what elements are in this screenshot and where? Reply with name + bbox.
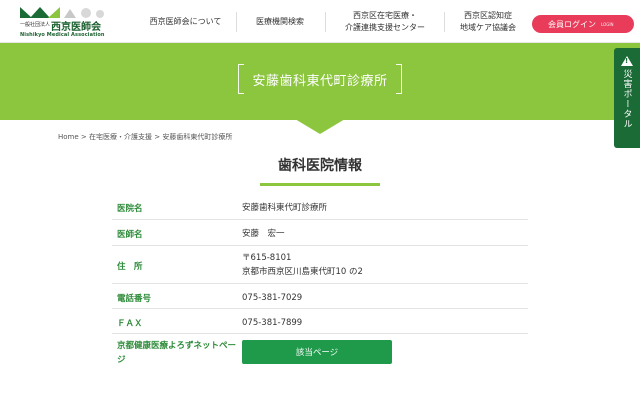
address-value: 〒615-8101 京都市西京区川島東代町10 の2 bbox=[242, 252, 363, 279]
address-label: 住 所 bbox=[117, 262, 143, 272]
section-title: 歯科医院情報 bbox=[278, 158, 362, 174]
nav-about-label: 西京医師会について bbox=[149, 16, 222, 26]
breadcrumb: Home > 在宅医療・介護支援 > 安藤歯科東代町診療所 bbox=[58, 132, 232, 142]
nav-home-care-line1: 西京区在宅医療・ bbox=[353, 10, 417, 20]
site-logo[interactable]: 一般社団法人 西京医師会 Nishikyo Medical Associatio… bbox=[20, 5, 112, 39]
logo-english: Nishikyo Medical Association bbox=[20, 32, 105, 38]
kyoto-net-label: 京都健康医療よろずネットページ bbox=[117, 341, 237, 365]
breadcrumb-separator: > bbox=[78, 133, 89, 141]
breadcrumb-current: 安藤歯科東代町診療所 bbox=[162, 133, 233, 141]
phone-value: 075-381-7029 bbox=[242, 293, 303, 303]
fax-label: ＦＡＸ bbox=[117, 319, 143, 329]
nav-divider bbox=[444, 12, 445, 32]
bracket-right bbox=[396, 64, 402, 94]
member-login-sub: LOGIN bbox=[601, 21, 614, 27]
banner-notch bbox=[295, 119, 345, 134]
breadcrumb-parent[interactable]: 在宅医療・介護支援 bbox=[89, 133, 152, 141]
nav-dementia-line1: 西京区認知症 bbox=[464, 10, 512, 20]
breadcrumb-home[interactable]: Home bbox=[58, 133, 79, 141]
info-row-address: 住 所 〒615-8101 京都市西京区川島東代町10 の2 bbox=[112, 246, 528, 284]
nav-clinic-search[interactable]: 医療機関検索 bbox=[240, 0, 320, 43]
logo-mark-icon bbox=[20, 7, 104, 18]
nav-divider bbox=[325, 12, 326, 32]
logo-name: 西京医師会 bbox=[51, 22, 101, 33]
page-title: 安藤歯科東代町診療所 bbox=[252, 73, 388, 89]
nav-clinic-search-label: 医療機関検索 bbox=[256, 16, 304, 26]
member-login-label: 会員ログイン bbox=[548, 19, 596, 29]
fax-value: 075-381-7899 bbox=[242, 318, 303, 328]
site-header: 一般社団法人 西京医師会 Nishikyo Medical Associatio… bbox=[0, 0, 640, 43]
nav-dementia-council[interactable]: 西京区認知症 地域ケア協議会 bbox=[448, 0, 528, 43]
address-line: 京都市西京区川島東代町10 の2 bbox=[242, 266, 363, 277]
info-row-phone: 電話番号 075-381-7029 bbox=[112, 284, 528, 309]
nav-about[interactable]: 西京医師会について bbox=[138, 0, 233, 43]
clinic-info-table: 医院名 安藤歯科東代町診療所 医師名 安藤 宏一 住 所 〒615-8101 京… bbox=[112, 194, 528, 374]
nav-dementia-line2: 地域ケア協議会 bbox=[460, 22, 516, 32]
info-row-fax: ＦＡＸ 075-381-7899 bbox=[112, 309, 528, 334]
kyoto-net-page-button[interactable]: 該当ページ bbox=[242, 340, 392, 364]
nav-home-care-line2: 介護連携支援センター bbox=[345, 22, 425, 32]
clinic-name-label: 医院名 bbox=[117, 204, 143, 214]
info-row-kyoto-net: 京都健康医療よろずネットページ 該当ページ bbox=[112, 334, 528, 374]
doctor-name-label: 医師名 bbox=[117, 230, 143, 240]
phone-label: 電話番号 bbox=[117, 294, 152, 304]
warning-icon bbox=[621, 56, 633, 66]
member-login-button[interactable]: 会員ログイン LOGIN bbox=[532, 15, 634, 33]
nav-home-care-center[interactable]: 西京区在宅医療・ 介護連携支援センター bbox=[330, 0, 440, 43]
disaster-portal-label: 災害ポータル bbox=[621, 69, 632, 129]
disaster-portal-tab[interactable]: 災害ポータル bbox=[614, 48, 640, 148]
bracket-left bbox=[238, 64, 244, 94]
breadcrumb-separator: > bbox=[152, 133, 163, 141]
section-title-underline bbox=[260, 183, 380, 186]
nav-divider bbox=[236, 12, 237, 32]
logo-subtitle: 一般社団法人 bbox=[20, 22, 51, 28]
banner-title-frame: 安藤歯科東代町診療所 bbox=[238, 64, 402, 94]
doctor-name-value: 安藤 宏一 bbox=[242, 229, 285, 239]
address-zip: 〒615-8101 bbox=[242, 253, 292, 263]
info-row-doctor: 医師名 安藤 宏一 bbox=[112, 220, 528, 246]
clinic-name-value: 安藤歯科東代町診療所 bbox=[242, 203, 328, 213]
info-row-clinic: 医院名 安藤歯科東代町診療所 bbox=[112, 194, 528, 220]
